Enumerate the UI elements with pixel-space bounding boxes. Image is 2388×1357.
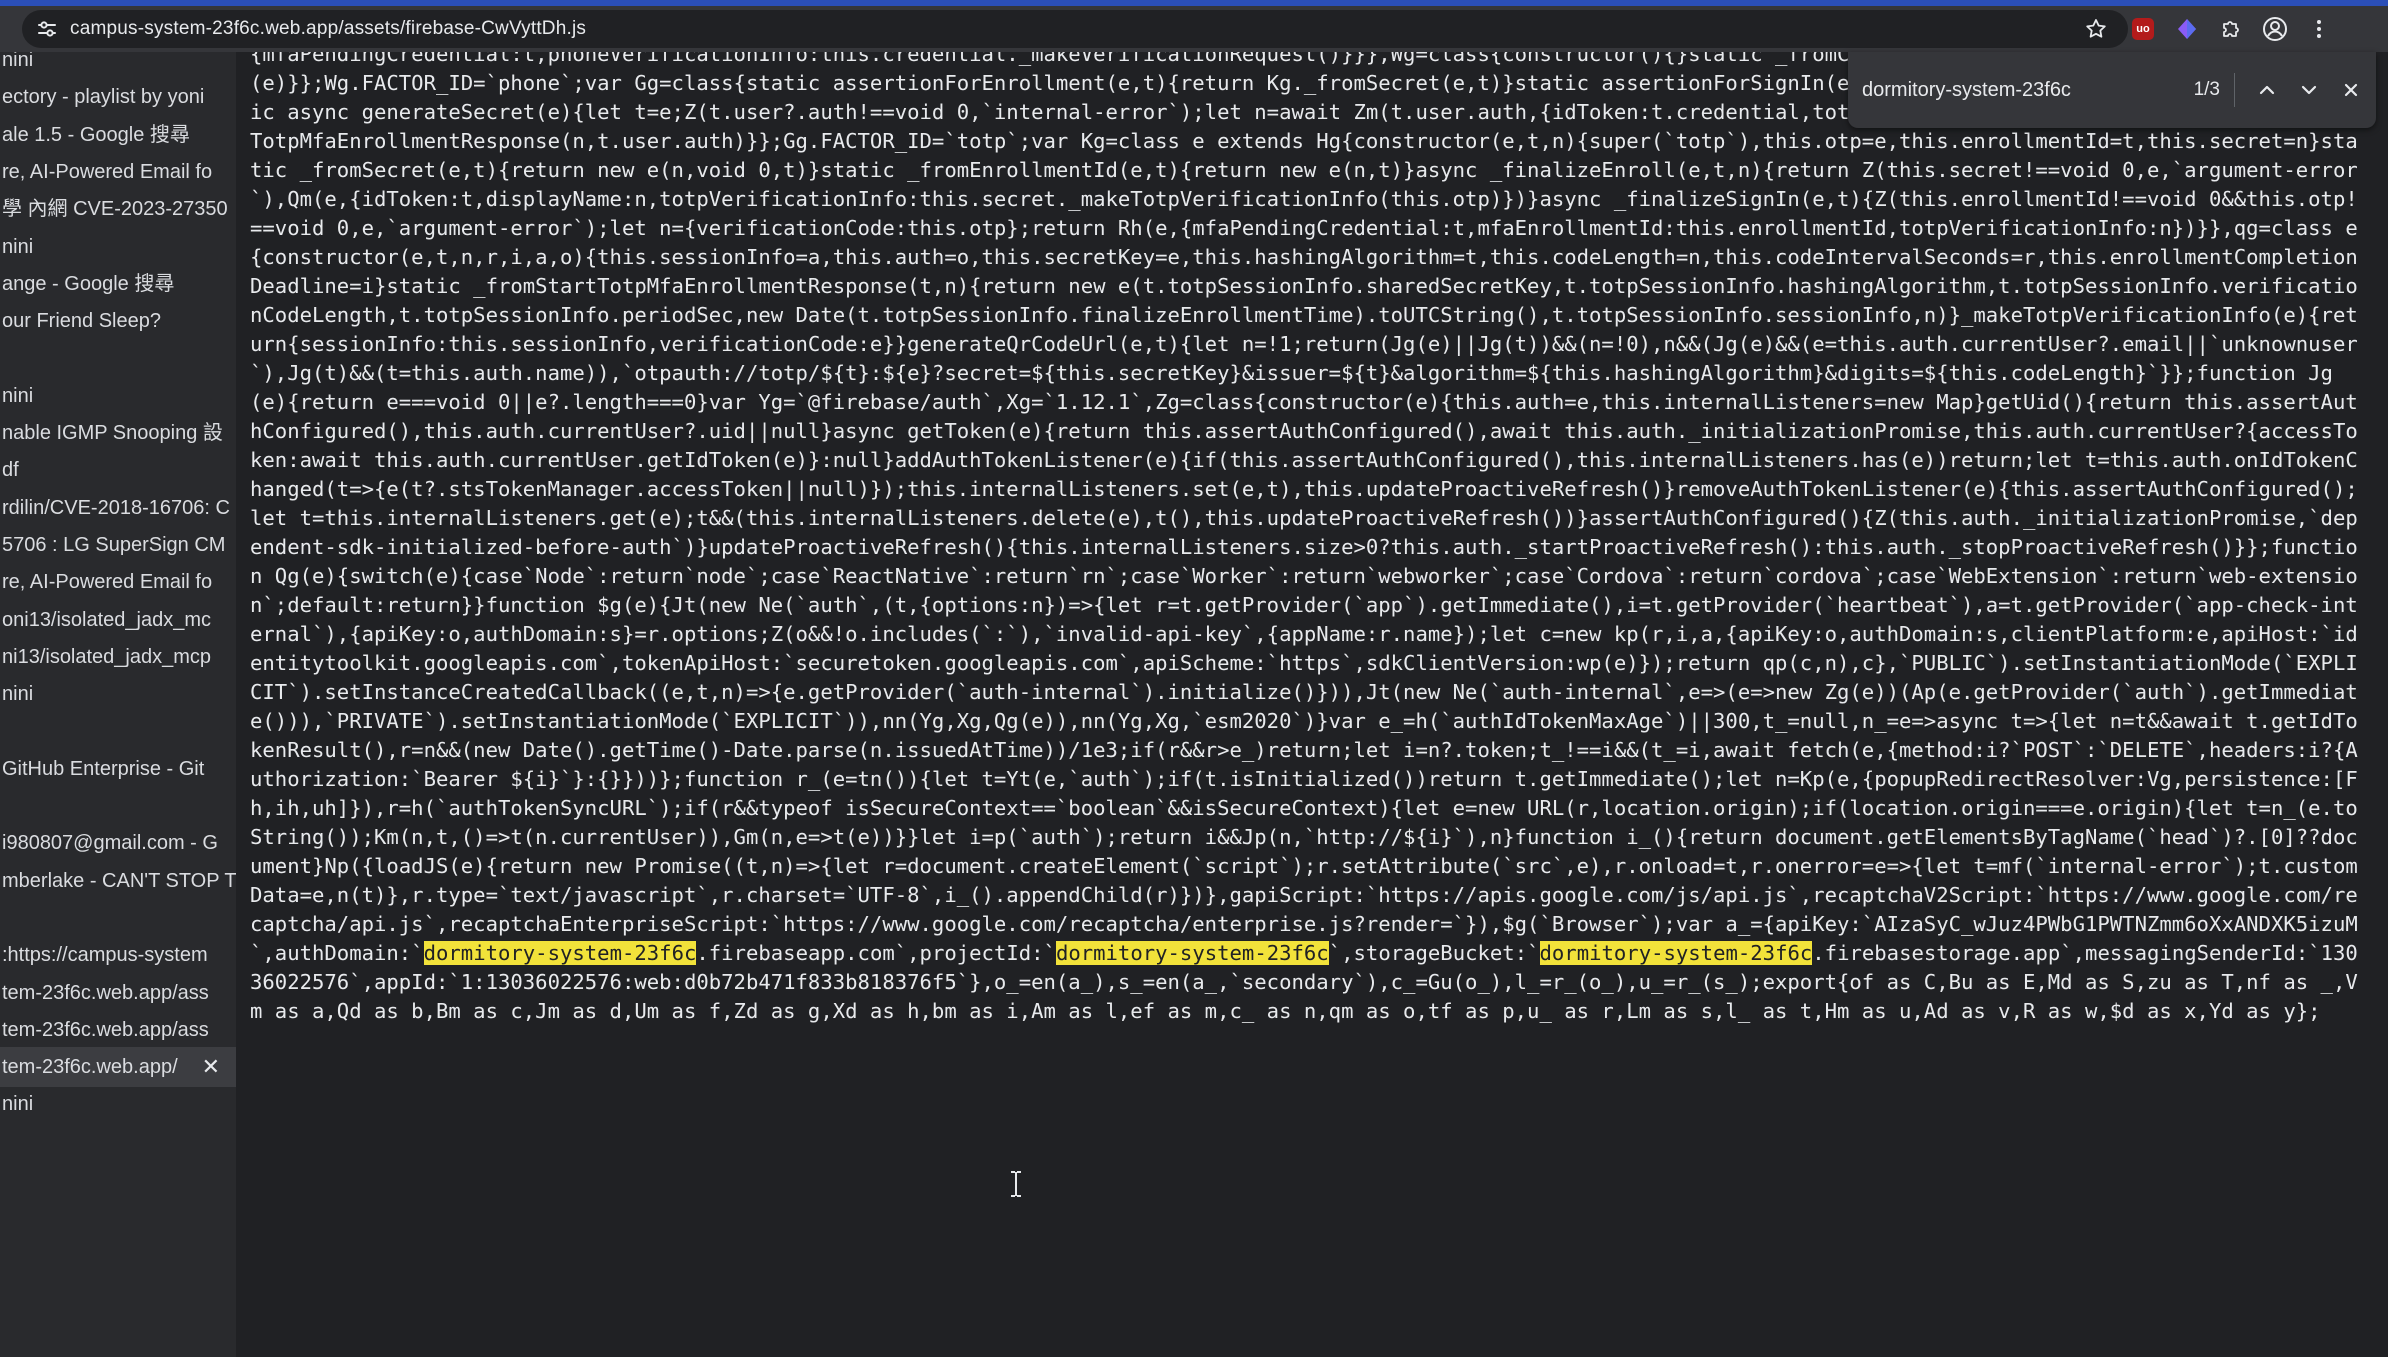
site-settings-icon[interactable]: [32, 14, 62, 44]
find-next-button[interactable]: [2291, 72, 2327, 108]
tab-title: GitHub Enterprise - Git: [2, 757, 205, 780]
tab-item[interactable]: mberlake - CAN'T STOP T: [0, 861, 236, 901]
code-mid-1: .firebaseapp.com`,projectId:`: [696, 941, 1056, 965]
find-close-button[interactable]: [2333, 72, 2369, 108]
close-icon: [2344, 83, 2358, 97]
find-divider: [2234, 73, 2235, 107]
tab-title: oni13/isolated_jadx_mc: [2, 608, 212, 631]
tab-item[interactable]: our Friend Sleep?: [0, 301, 236, 341]
code-mid-2: `,storageBucket:`: [1328, 941, 1540, 965]
tab-title: tem-23f6c.web.app/ass: [2, 981, 209, 1004]
tab-title: our Friend Sleep?: [2, 310, 161, 333]
tab-item[interactable]: [0, 898, 236, 938]
tab-item[interactable]: nini: [0, 227, 236, 267]
tab-title: 學 內網 CVE-2023-27350: [2, 198, 228, 221]
vertical-tab-list: nini ectory - playlist by yoni ale 1.5 - G…: [0, 52, 236, 1357]
extensions-puzzle-icon[interactable]: [2216, 14, 2246, 44]
bookmark-star-icon[interactable]: [2082, 15, 2110, 43]
tab-title: re, AI-Powered Email fo: [2, 160, 213, 183]
search-match-2: dormitory-system-23f6c: [1055, 941, 1329, 965]
tab-item[interactable]: ni13/isolated_jadx_mcp: [0, 637, 236, 677]
source-code-view: {mfaPendingCredential:t,phoneVerificatio…: [236, 52, 2388, 1357]
tab-item[interactable]: oni13/isolated_jadx_mc: [0, 600, 236, 640]
tab-title: tem-23f6c.web.app/ass: [2, 1018, 209, 1041]
find-input[interactable]: [1860, 77, 2164, 103]
tab-title: i980807@gmail.com - G: [2, 832, 218, 855]
tab-item[interactable]: ectory - playlist by yoni: [0, 77, 236, 117]
tab-item[interactable]: tem-23f6c.web.app/ ✕: [0, 1047, 236, 1088]
tab-close-icon[interactable]: ✕: [202, 1047, 220, 1087]
chevron-up-icon: [2259, 85, 2275, 95]
find-previous-button[interactable]: [2249, 72, 2285, 108]
source-code-text: {mfaPendingCredential:t,phoneVerificatio…: [250, 52, 2370, 1026]
tab-title: nini: [2, 683, 34, 706]
browser-toolbar: campus-system-23f6c.web.app/assets/fireb…: [0, 6, 2388, 52]
tab-title: 5706 : LG SuperSign CM: [2, 533, 226, 556]
tab-item[interactable]: nini: [0, 376, 236, 416]
tab-title: nini: [2, 235, 34, 258]
address-bar[interactable]: campus-system-23f6c.web.app/assets/fireb…: [22, 10, 2128, 48]
text-cursor-icon: [1011, 1171, 1021, 1197]
tab-item[interactable]: tem-23f6c.web.app/ass: [0, 1010, 236, 1050]
tab-title: nini: [2, 52, 34, 71]
tab-item[interactable]: GitHub Enterprise - Git: [0, 749, 236, 789]
url-text[interactable]: campus-system-23f6c.web.app/assets/fireb…: [70, 18, 586, 40]
tab-item[interactable]: rdilin/CVE-2018-16706: C: [0, 488, 236, 528]
tab-item[interactable]: :https://campus-system: [0, 935, 236, 975]
tab-item[interactable]: [0, 338, 236, 378]
tab-item[interactable]: re, AI-Powered Email fo: [0, 152, 236, 192]
tab-item[interactable]: [0, 711, 236, 751]
tab-item[interactable]: i980807@gmail.com - G: [0, 823, 236, 863]
tab-title: nini: [2, 384, 34, 407]
tab-title: tem-23f6c.web.app/: [2, 1056, 178, 1079]
tab-item[interactable]: ale 1.5 - Google 搜尋: [0, 115, 236, 155]
gem-extension-icon[interactable]: [2172, 14, 2202, 44]
chevron-down-icon: [2301, 85, 2317, 95]
tab-item[interactable]: 學 內網 CVE-2023-27350: [0, 189, 236, 229]
search-match-3: dormitory-system-23f6c: [1539, 941, 1813, 965]
tab-item[interactable]: [0, 786, 236, 826]
code-before: {mfaPendingCredential:t,phoneVerificatio…: [250, 52, 2358, 965]
tab-title: df: [2, 459, 19, 482]
ublock-extension-icon[interactable]: uo: [2128, 14, 2158, 44]
tab-item[interactable]: nini: [0, 1084, 236, 1124]
tab-item[interactable]: nini: [0, 52, 236, 80]
tab-title: ange - Google 搜尋: [2, 272, 175, 295]
tab-item[interactable]: re, AI-Powered Email fo: [0, 562, 236, 602]
tab-item[interactable]: tem-23f6c.web.app/ass: [0, 973, 236, 1013]
tab-title: mberlake - CAN'T STOP T: [2, 869, 236, 892]
tab-title: rdilin/CVE-2018-16706: C: [2, 496, 230, 519]
tab-title: nini: [2, 1093, 34, 1116]
tab-title: :https://campus-system: [2, 944, 208, 967]
more-menu-icon[interactable]: [2304, 14, 2334, 44]
tab-title: ectory - playlist by yoni: [2, 86, 205, 109]
tab-title: nable IGMP Snooping 設: [2, 422, 223, 444]
tab-item[interactable]: 5706 : LG SuperSign CM: [0, 525, 236, 565]
search-match-1: dormitory-system-23f6c: [423, 941, 697, 965]
tab-item[interactable]: ange - Google 搜尋: [0, 264, 236, 304]
tab-title: re, AI-Powered Email fo: [2, 571, 213, 594]
tab-title: ni13/isolated_jadx_mcp: [2, 645, 212, 668]
extensions-row: uo: [2128, 6, 2334, 52]
tab-item[interactable]: nini: [0, 674, 236, 714]
tab-title: ale 1.5 - Google 搜尋: [2, 123, 190, 146]
find-bar: 1/3: [1848, 52, 2376, 128]
tab-item[interactable]: nable IGMP Snooping 設: [0, 413, 236, 453]
tab-item[interactable]: df: [0, 450, 236, 490]
profile-avatar-icon[interactable]: [2260, 14, 2290, 44]
find-match-count: 1/3: [2193, 79, 2220, 100]
